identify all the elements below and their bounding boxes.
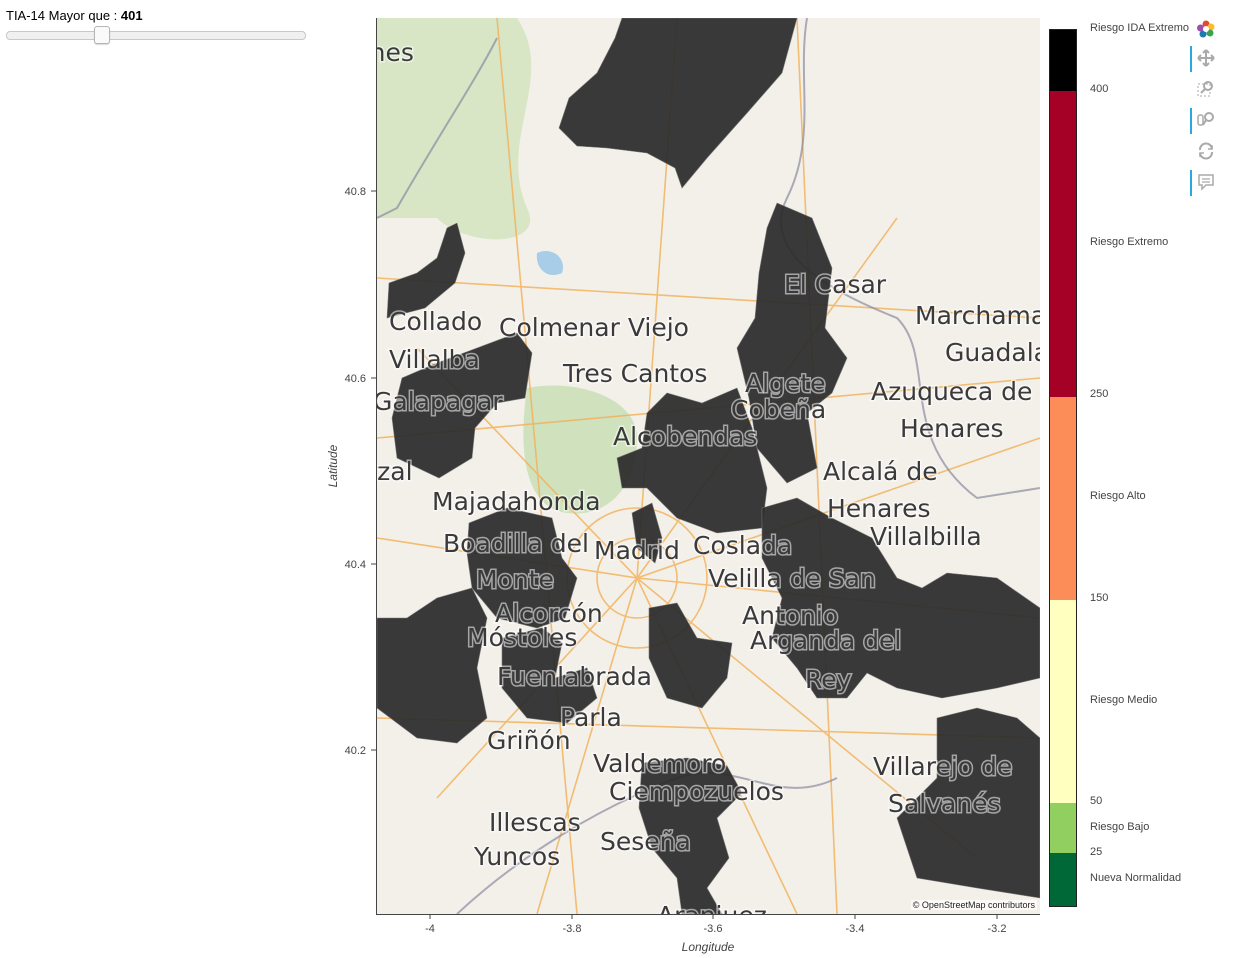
place-label: Moralzarzal [377,457,413,486]
place-label: Salvanés [888,789,1001,818]
y-axis: 40.8 40.6 40.4 40.2 Latitude [326,186,376,757]
reset-tool[interactable] [1190,137,1220,165]
slider-handle[interactable] [94,26,110,44]
x-tick-label: -3.6 [704,923,723,935]
pan-icon [1197,49,1215,67]
place-label: Marchamalo [915,301,1040,330]
place-label: Torrelodones [377,38,414,67]
box-zoom-tool[interactable] [1190,75,1220,103]
place-label: Aranjuez [657,901,767,914]
y-tick-label: 40.2 [345,745,366,757]
colorbar-band [1050,397,1076,600]
place-label: Collado [389,307,482,336]
x-axis-title: Longitude [682,940,735,954]
place-label: El Casar [784,270,887,299]
reset-icon [1199,142,1213,160]
place-label: Boadilla del [443,529,589,558]
place-label: Villalba [389,345,480,374]
place-label: Seseña [600,827,691,856]
colorbar-label: Riesgo Extremo [1090,236,1169,248]
colorbar-band [1050,30,1076,91]
region[interactable] [377,587,488,744]
map-attribution: © OpenStreetMap contributors [910,900,1037,910]
x-axis: -4 -3.8 -3.6 -3.4 -3.2 Longitude [425,914,1006,954]
place-label: Alcalá de [823,457,938,486]
hover-tool[interactable] [1190,168,1220,196]
place-label: Algete [745,369,825,398]
place-label: Tres Cantos [562,359,707,388]
place-label: Rey [805,665,852,694]
x-tick-label: -3.4 [846,923,865,935]
x-tick-label: -4 [425,923,435,935]
colorbar-label: Nueva Normalidad [1090,872,1182,884]
slider-label: TIA-14 Mayor que : 401 [6,8,306,24]
x-tick-label: -3.2 [988,923,1007,935]
region[interactable] [558,18,798,189]
place-label: Alcobendas [613,422,757,451]
threshold-slider-widget: TIA-14 Mayor que : 401 [6,8,306,44]
place-label: Monte [476,565,554,594]
region[interactable] [648,602,733,709]
slider-value: 401 [120,8,143,23]
place-label: Madrid [594,536,680,565]
place-label: Cobeña [731,395,826,424]
colorbar-threshold: 400 [1090,83,1109,95]
colorbar-band [1050,803,1076,853]
place-label: Majadahonda [432,487,601,516]
colorbar-threshold: 250 [1090,388,1109,400]
slider-track[interactable] [6,31,306,40]
place-label: Villarejo de [873,752,1012,781]
place-label: Henares [900,414,1003,443]
place-label: Azuqueca de [871,377,1032,406]
colorbar-band [1050,91,1076,397]
place-label: Valdemoro [593,749,726,778]
colorbar-threshold: 50 [1090,795,1103,807]
colorbar-label: Riesgo Medio [1090,694,1158,706]
region[interactable] [386,222,466,319]
place-label: Colmenar Viejo [499,313,689,342]
colorbar [1049,29,1077,907]
colorbar-label: Riesgo Alto [1090,490,1146,502]
place-label: Móstoles [467,623,577,652]
place-label: Henares [827,494,930,523]
y-axis-title: Latitude [326,444,340,487]
wheel-zoom-tool[interactable] [1190,106,1220,134]
map-plot[interactable]: Collado Villalba Galapagar Colmenar Viej… [376,18,1040,915]
x-tick-label: -3.8 [563,923,582,935]
reservoir [536,250,563,276]
box-zoom-icon [1197,81,1213,97]
place-label: Ciempozuelos [609,777,784,806]
place-label: Coslada [693,531,792,560]
y-tick-label: 40.4 [345,559,366,571]
colorbar-band [1050,600,1076,803]
wheel-zoom-icon [1197,112,1214,126]
colorbar-label: Riesgo IDA Extremo [1090,22,1190,34]
place-label: Guadalajara [945,338,1040,367]
y-tick-label: 40.8 [345,186,366,198]
hover-icon [1198,174,1214,191]
map-canvas: Collado Villalba Galapagar Colmenar Viej… [377,18,1040,914]
colorbar-threshold: 25 [1090,846,1103,858]
place-label: Illescas [489,808,581,837]
place-label: Griñón [487,726,571,755]
place-label: Galapagar [377,387,503,416]
place-label: Yuncos [473,842,560,871]
place-label: Fuenlabrada [497,662,652,691]
colorbar-label: Riesgo Bajo [1090,821,1150,833]
place-label: Villalbilla [870,522,982,551]
place-label: Velilla de San [708,564,876,593]
pan-tool[interactable] [1190,44,1220,72]
slider-label-text: TIA-14 Mayor que : [6,8,121,23]
colorbar-band [1050,853,1076,906]
bokeh-logo-icon[interactable] [1190,15,1220,43]
place-label: Arganda del [750,626,901,655]
colorbar-threshold: 150 [1090,592,1109,604]
y-tick-label: 40.6 [345,373,366,385]
